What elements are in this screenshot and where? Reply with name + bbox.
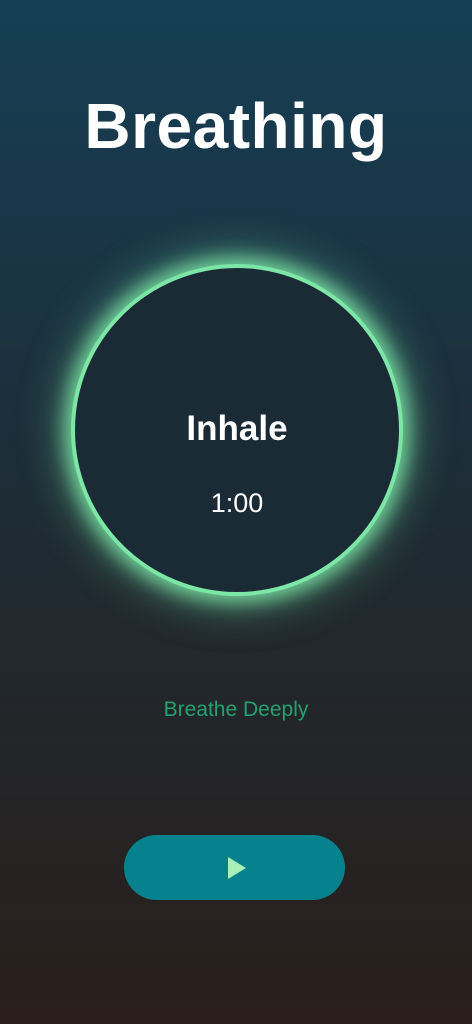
breathing-circle: Inhale 1:00 (75, 268, 399, 592)
page-title: Breathing (84, 90, 388, 162)
breath-phase-label: Inhale (186, 409, 288, 448)
breathe-hint-text: Breathe Deeply (163, 698, 309, 721)
play-button[interactable] (124, 835, 345, 900)
breath-timer: 1:00 (210, 488, 264, 518)
play-icon (228, 857, 246, 879)
